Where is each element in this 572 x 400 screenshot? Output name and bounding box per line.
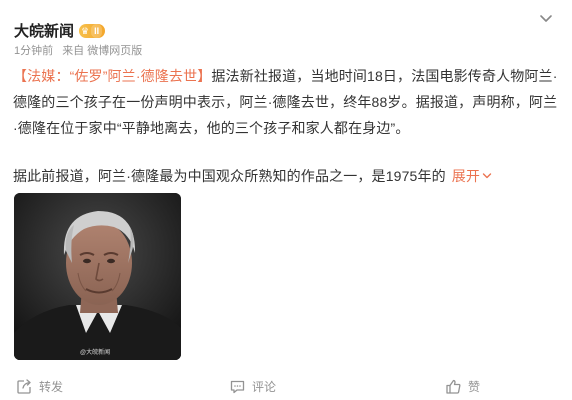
like-label: 赞	[468, 380, 481, 394]
comment-label: 评论	[252, 380, 277, 394]
expand-link[interactable]: 展开	[452, 168, 492, 184]
crown-icon: ♛	[81, 25, 90, 36]
post-image[interactable]: @大皖新闻	[14, 193, 181, 360]
comment-button[interactable]: 评论	[229, 378, 276, 395]
post-paragraph-2: 据此前报道，阿兰·德隆最为中国观众所熟知的作品之一，是1975年的 展开	[13, 163, 561, 189]
post-header: 大皖新闻 ♛ II	[14, 20, 106, 41]
like-button[interactable]: 赞	[445, 378, 480, 395]
post-source: 来自 微博网页版	[62, 45, 143, 57]
image-watermark: @大皖新闻	[80, 350, 111, 356]
expand-label: 展开	[451, 168, 481, 184]
topic-tag[interactable]: 【法媒：“佐罗”阿兰·德隆去世】	[13, 68, 211, 84]
comment-icon	[230, 380, 245, 394]
vip-badge[interactable]: ♛ II	[79, 23, 106, 38]
portrait-photo	[14, 193, 181, 360]
vip-level: II	[91, 23, 103, 38]
like-icon	[446, 379, 461, 394]
repost-button[interactable]: 转发	[16, 378, 63, 395]
action-bar: 转发 评论 赞	[0, 376, 572, 400]
post-meta: 1分钟前 来自 微博网页版	[14, 42, 142, 58]
chevron-down-icon	[482, 173, 492, 179]
chevron-down-icon[interactable]	[538, 10, 554, 26]
account-name[interactable]: 大皖新闻	[14, 20, 74, 41]
repost-label: 转发	[39, 380, 64, 394]
post-time[interactable]: 1分钟前	[14, 45, 53, 57]
post-paragraph-1: 【法媒：“佐罗”阿兰·德隆去世】据法新社报道，当地时间18日，法国电影传奇人物阿…	[13, 63, 561, 141]
post-body-second: 据此前报道，阿兰·德隆最为中国观众所熟知的作品之一，是1975年的	[13, 168, 446, 184]
post-text: 【法媒：“佐罗”阿兰·德隆去世】据法新社报道，当地时间18日，法国电影传奇人物阿…	[13, 63, 561, 189]
repost-icon	[17, 379, 31, 394]
